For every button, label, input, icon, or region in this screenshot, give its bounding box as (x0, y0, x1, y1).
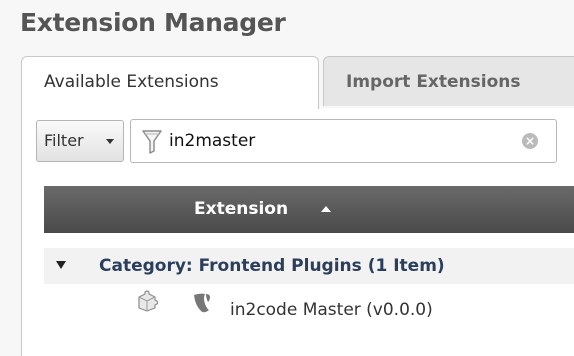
category-group-row[interactable]: Category: Frontend Plugins (1 Item) (44, 248, 574, 284)
tab-content-panel: Filter × Extension Category: Frontend Pl… (21, 108, 574, 356)
typo3-logo-icon (194, 293, 210, 313)
filter-button-label: Filter (44, 131, 84, 150)
tab-available-extensions[interactable]: Available Extensions (21, 56, 319, 109)
search-input[interactable] (169, 126, 509, 156)
column-header-label: Extension (194, 199, 289, 219)
tab-strip: Available Extensions Import Extensions (0, 56, 574, 109)
filter-dropdown-button[interactable]: Filter (36, 120, 124, 162)
extension-manager-window: Extension Manager Available Extensions I… (0, 0, 574, 356)
table-row[interactable]: in2code Master (v0.0.0) (44, 286, 574, 326)
category-label: Category: Frontend Plugins (1 Item) (99, 256, 445, 276)
sort-ascending-icon (321, 206, 331, 212)
search-field[interactable]: × (130, 119, 557, 163)
expand-toggle-icon[interactable] (56, 261, 66, 269)
tab-import-extensions[interactable]: Import Extensions (323, 56, 574, 106)
page-title: Extension Manager (20, 8, 286, 37)
extension-label: in2code Master (v0.0.0) (230, 300, 433, 320)
clear-search-icon[interactable]: × (522, 133, 538, 149)
caret-down-icon (106, 139, 114, 144)
puzzle-extension-icon (138, 290, 158, 312)
extension-column-header[interactable]: Extension (44, 186, 574, 233)
funnel-icon (142, 130, 162, 154)
